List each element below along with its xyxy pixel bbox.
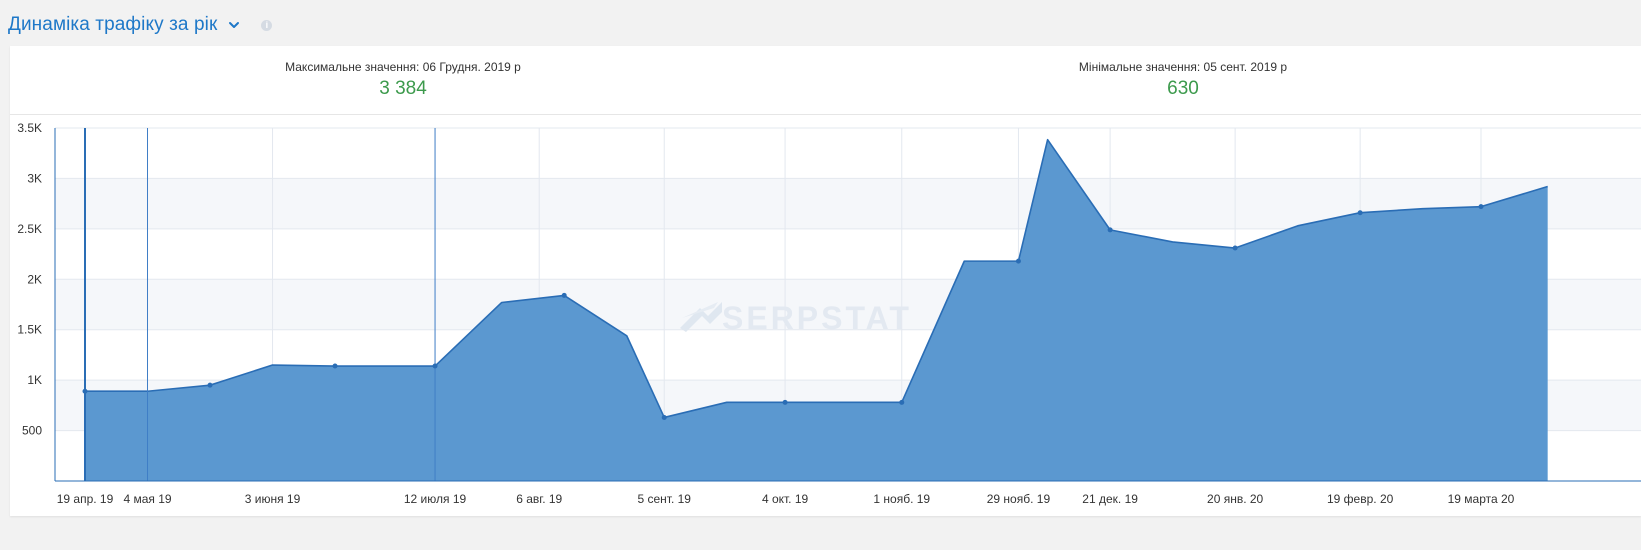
y-tick-label: 2.5K — [17, 222, 42, 236]
info-icon[interactable]: i — [261, 19, 273, 31]
x-tick-label: 19 февр. 20 — [1327, 492, 1394, 506]
data-point[interactable] — [899, 399, 905, 405]
y-tick-label: 3.5K — [17, 121, 42, 135]
data-point[interactable] — [332, 363, 338, 369]
y-tick-label: 1K — [27, 373, 42, 387]
x-tick-label: 4 окт. 19 — [762, 492, 809, 506]
chart-header: Динаміка трафіку за рік i — [8, 10, 273, 40]
x-axis: 19 апр. 19 4 мая 19 3 июня 19 12 июля 19 6 а… — [55, 480, 1641, 506]
y-tick-label: 2K — [27, 272, 42, 286]
y-tick-label: 500 — [22, 424, 42, 438]
data-point[interactable] — [1232, 245, 1238, 251]
x-tick-label: 1 нояб. 19 — [873, 492, 930, 506]
chart-title[interactable]: Динаміка трафіку за рік — [8, 14, 217, 36]
data-point[interactable] — [82, 388, 88, 394]
x-tick-label: 4 мая 19 — [123, 492, 171, 506]
x-tick-label: 21 дек. 19 — [1082, 492, 1138, 506]
data-point[interactable] — [432, 363, 438, 369]
data-point[interactable] — [661, 414, 667, 420]
data-point[interactable] — [1015, 258, 1021, 264]
data-point[interactable] — [207, 382, 213, 388]
serpstat-watermark: SERPSTAT — [680, 300, 912, 336]
data-point[interactable] — [782, 399, 788, 405]
traffic-area-chart[interactable]: SERPSTAT 3.5K 3K 2.5K 2K 1.5K 1K 500 19 апр. 1… — [10, 46, 1641, 516]
chart-card: Максимальне значення: 06 Грудня. 2019 р … — [10, 46, 1641, 516]
watermark-text: SERPSTAT — [722, 300, 912, 336]
data-point[interactable] — [1357, 210, 1363, 216]
x-tick-label: 5 сент. 19 — [637, 492, 691, 506]
x-tick-label: 19 марта 20 — [1448, 492, 1515, 506]
x-tick-label: 12 июля 19 — [404, 492, 467, 506]
data-point[interactable] — [1478, 204, 1484, 210]
x-tick-label: 19 апр. 19 — [57, 492, 114, 506]
data-point[interactable] — [561, 292, 567, 298]
data-point[interactable] — [1107, 227, 1113, 233]
x-tick-label: 20 янв. 20 — [1207, 492, 1264, 506]
y-tick-label: 3K — [27, 171, 42, 185]
x-tick-label: 3 июня 19 — [245, 492, 301, 506]
x-tick-label: 29 нояб. 19 — [987, 492, 1051, 506]
y-tick-label: 1.5K — [17, 323, 42, 337]
x-tick-label: 6 авг. 19 — [516, 492, 562, 506]
y-axis: 3.5K 3K 2.5K 2K 1.5K 1K 500 — [17, 121, 56, 481]
chevron-down-icon[interactable] — [227, 18, 241, 32]
